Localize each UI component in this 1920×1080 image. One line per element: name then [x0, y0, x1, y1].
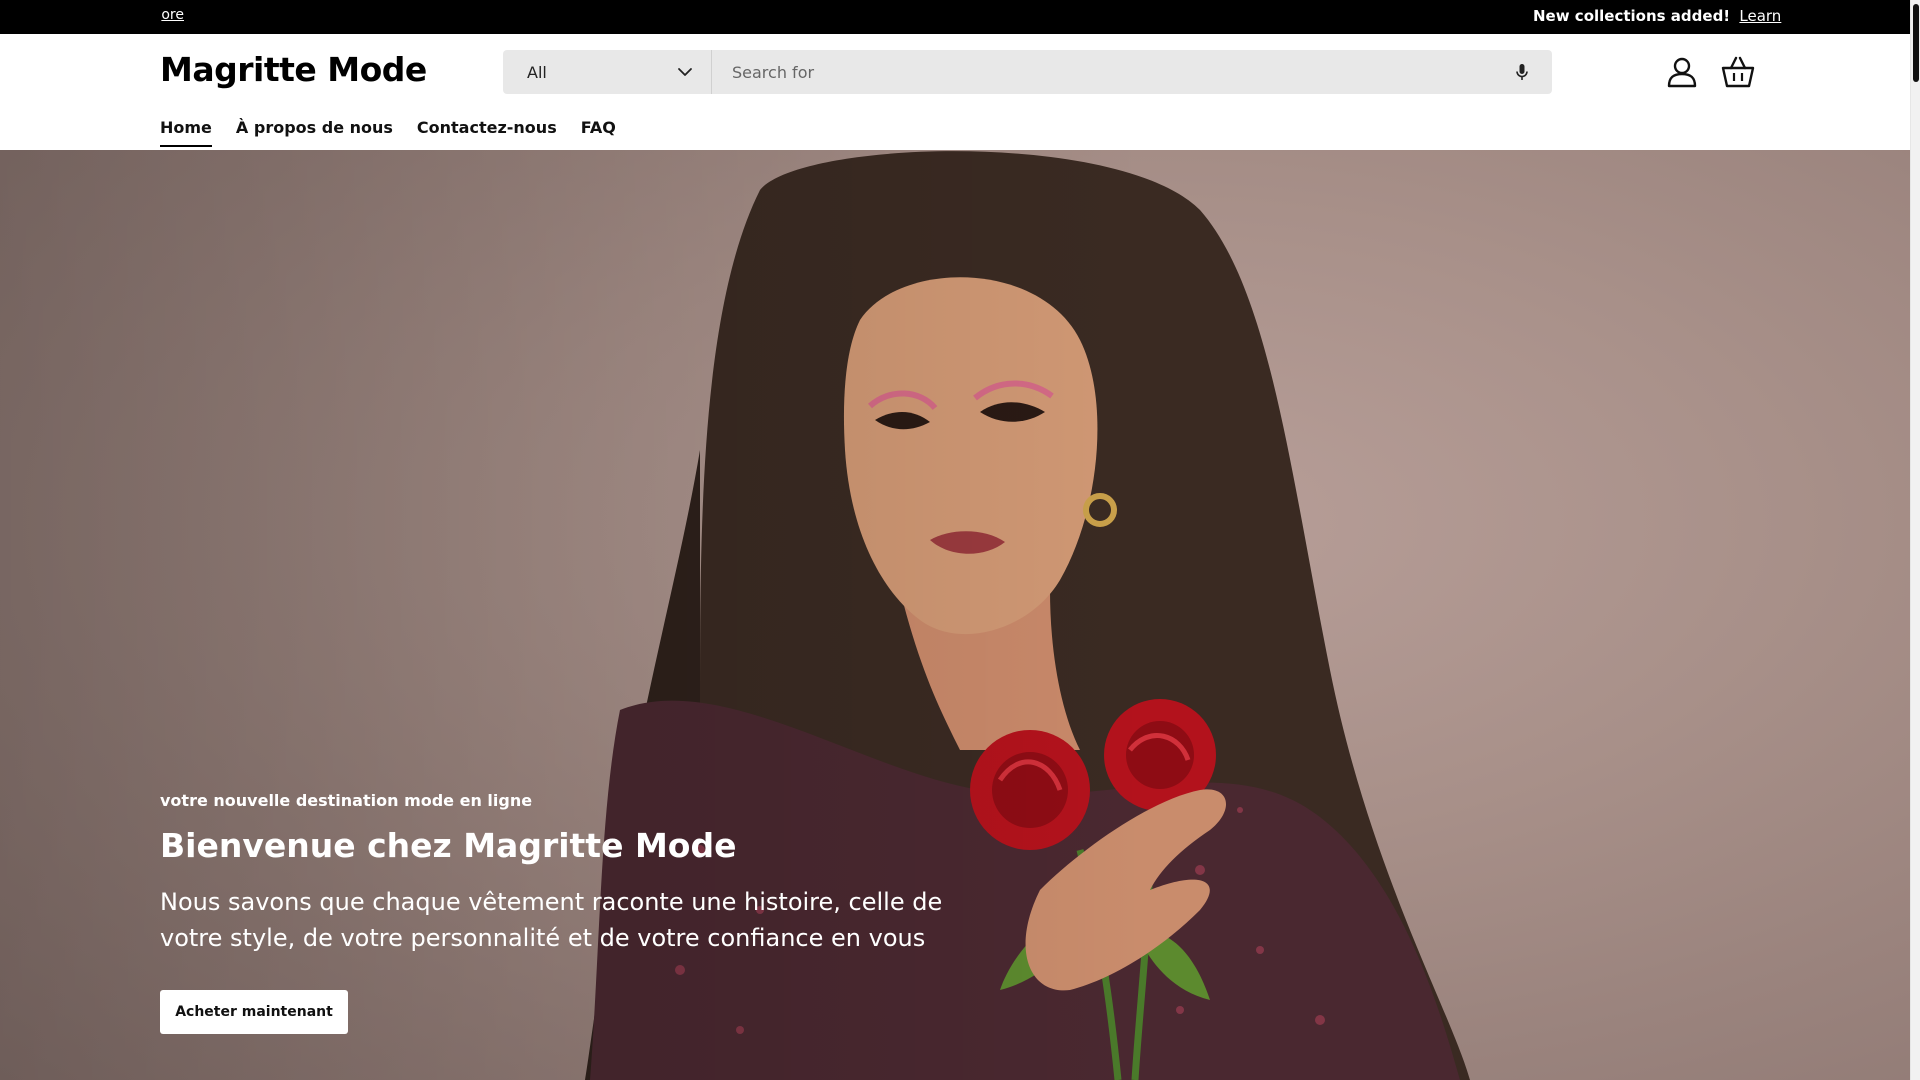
- site-header: Magritte Mode All Search for Home À prop…: [0, 34, 1910, 150]
- store-logo[interactable]: Magritte Mode: [160, 50, 427, 89]
- shop-now-button[interactable]: Acheter maintenant: [160, 990, 348, 1034]
- announcement-link-fragment[interactable]: ore: [160, 7, 184, 23]
- cart-icon[interactable]: [1720, 54, 1756, 90]
- announcement-message: New collections added! Learn: [1533, 7, 1781, 25]
- hero-headline: Bienvenue chez Magritte Mode: [160, 826, 737, 865]
- search-bar: All: [503, 50, 1552, 94]
- hero-description: Nous savons que chaque vêtement raconte …: [160, 888, 943, 952]
- announcement-text: New collections added!: [1533, 7, 1731, 25]
- scrollbar-thumb[interactable]: [1913, 4, 1919, 82]
- main-navigation: Home À propos de nous Contactez-nous FAQ: [160, 118, 616, 147]
- search-category-value: All: [527, 62, 547, 82]
- microphone-icon: [1516, 64, 1528, 80]
- page-scrollbar[interactable]: [1910, 0, 1920, 1080]
- search-input[interactable]: [712, 50, 1492, 94]
- hero-banner: votre nouvelle destination mode en ligne…: [0, 150, 1910, 1080]
- nav-item-home[interactable]: Home: [160, 118, 212, 147]
- announcement-bar: ore New collections added! Learn: [0, 0, 1910, 34]
- chevron-down-icon: [678, 68, 692, 76]
- nav-item-about[interactable]: À propos de nous: [236, 118, 393, 147]
- nav-item-contact[interactable]: Contactez-nous: [417, 118, 557, 147]
- search-category-select[interactable]: All: [503, 50, 712, 94]
- hero-subtitle: votre nouvelle destination mode en ligne: [160, 791, 533, 810]
- nav-item-faq[interactable]: FAQ: [581, 118, 616, 147]
- voice-search-button[interactable]: [1492, 50, 1552, 94]
- page: ore New collections added! Learn Magritt…: [0, 0, 1920, 1080]
- announcement-learn-link[interactable]: Learn: [1739, 7, 1781, 25]
- account-icon[interactable]: [1664, 54, 1700, 90]
